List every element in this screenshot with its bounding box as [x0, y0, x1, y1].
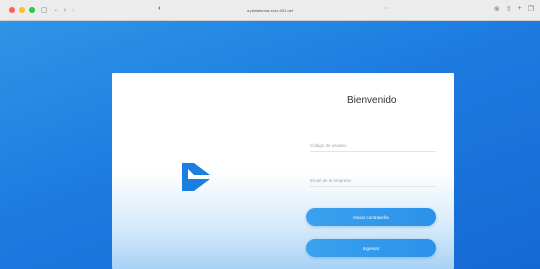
close-window-button[interactable] — [9, 7, 15, 13]
tabs-icon[interactable]: ❐ — [528, 5, 534, 13]
page-background: Bienvenido Iniciar contraseña Ingresar — [0, 21, 540, 269]
share-icon[interactable]: ⇧ — [506, 5, 512, 13]
back-icon[interactable]: ‹ — [64, 7, 66, 14]
download-icon[interactable]: ⊕ — [494, 5, 500, 13]
new-tab-icon[interactable]: + — [518, 5, 522, 13]
window-controls — [9, 7, 35, 13]
brand-logo — [182, 163, 210, 191]
more-icon[interactable]: ⋯ — [383, 5, 389, 12]
chevron-down-icon[interactable]: ⌄ — [54, 7, 58, 13]
shield-icon[interactable]: ◐ — [158, 5, 162, 12]
forward-icon[interactable]: › — [72, 7, 74, 14]
primary-login-button[interactable]: Iniciar contraseña — [306, 208, 436, 226]
company-email-input[interactable] — [310, 174, 436, 187]
address-bar[interactable]: a.plataforma.xxxx-001.net — [215, 8, 325, 13]
enter-button[interactable]: Ingresar — [306, 239, 436, 257]
welcome-title: Bienvenido — [347, 95, 397, 106]
toolbar-actions: ⊕ ⇧ + ❐ — [494, 5, 534, 13]
browser-toolbar: ▢ ⌄ ‹ › ◐ a.plataforma.xxxx-001.net ⋯ ⊕ … — [0, 0, 540, 21]
sidebar-icon[interactable]: ▢ — [41, 7, 48, 14]
login-card: Bienvenido Iniciar contraseña Ingresar — [112, 73, 454, 269]
minimize-window-button[interactable] — [19, 7, 25, 13]
user-code-input[interactable] — [310, 139, 436, 152]
maximize-window-button[interactable] — [29, 7, 35, 13]
